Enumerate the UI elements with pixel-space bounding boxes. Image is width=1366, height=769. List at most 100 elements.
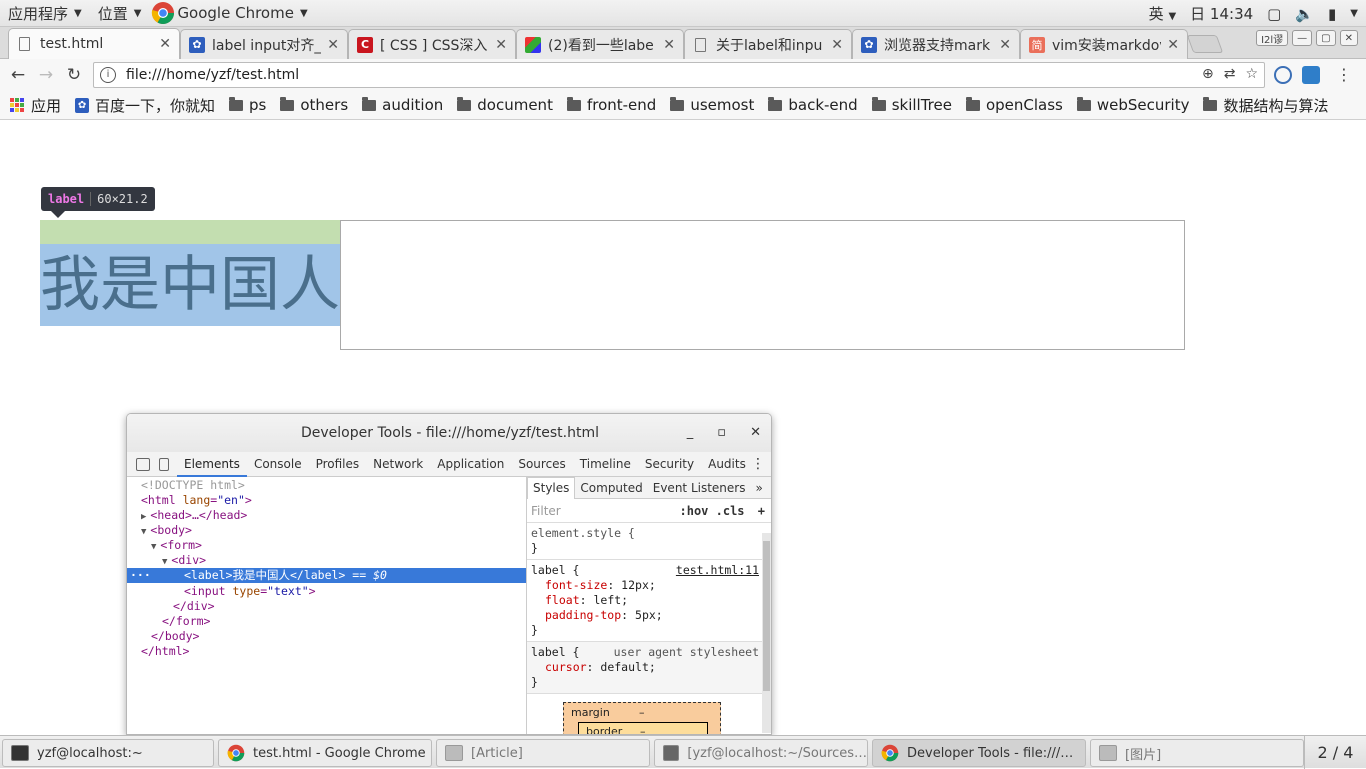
tab-label-article[interactable]: (2)看到一些labe ✕ xyxy=(516,29,684,59)
maximize-icon[interactable]: ▫ xyxy=(717,425,726,440)
task-terminal-sources[interactable]: [yzf@localhost:~/Sources… xyxy=(654,739,868,767)
hov-cls-toggle[interactable]: :hov .cls xyxy=(680,504,745,518)
tab-console[interactable]: Console xyxy=(247,452,309,477)
dom-node-body-close[interactable]: </body> xyxy=(151,629,199,644)
filter-controls[interactable]: :hov .cls + xyxy=(680,504,766,518)
bookmark-folder-ps[interactable]: ps xyxy=(229,96,266,114)
bookmark-folder-algorithms[interactable]: 数据结构与算法 xyxy=(1203,95,1329,116)
bookmark-baidu[interactable]: ✿ 百度一下，你就知 xyxy=(75,95,215,116)
input-method-indicator[interactable]: 英 ▼ xyxy=(1149,3,1177,24)
dom-node-label-selected[interactable]: ··· <label>我是中国人</label> == $0 xyxy=(127,568,526,583)
collapse-triangle-icon[interactable]: ▼ xyxy=(141,527,146,537)
subtab-computed[interactable]: Computed xyxy=(575,481,647,495)
rule-element-style[interactable]: element.style { } xyxy=(527,523,771,560)
tab-profiles[interactable]: Profiles xyxy=(309,452,367,477)
bookmark-folder-skilltree[interactable]: skillTree xyxy=(871,96,952,114)
extension-icon[interactable] xyxy=(1302,65,1320,84)
tab-test-html[interactable]: test.html ✕ xyxy=(8,28,180,59)
close-icon[interactable]: ✕ xyxy=(327,37,339,53)
dom-node-html-close[interactable]: </html> xyxy=(141,644,189,659)
new-tab-button[interactable] xyxy=(1186,35,1224,53)
ime-badge[interactable]: I2l谬 xyxy=(1256,30,1289,46)
dom-node-form-close[interactable]: </form> xyxy=(162,614,210,629)
bookmark-folder-usemost[interactable]: usemost xyxy=(670,96,754,114)
tab-markdown-support[interactable]: ✿ 浏览器支持mark ✕ xyxy=(852,29,1020,59)
chevron-right-icon[interactable]: » xyxy=(750,481,767,495)
filter-input[interactable]: Filter xyxy=(531,504,561,518)
bookmark-folder-websecurity[interactable]: webSecurity xyxy=(1076,96,1189,114)
address-bar[interactable]: i file:///home/yzf/test.html ⊕ ⇄ ☆ xyxy=(93,62,1265,88)
dom-node-doctype[interactable]: <!DOCTYPE html> xyxy=(141,478,245,493)
bookmark-folder-back-end[interactable]: back-end xyxy=(768,96,858,114)
active-app-menu[interactable]: Google Chrome ▼ xyxy=(149,0,315,27)
close-window-button[interactable]: ✕ xyxy=(1339,30,1358,46)
tab-security[interactable]: Security xyxy=(638,452,701,477)
close-icon[interactable]: ✕ xyxy=(999,37,1011,53)
css-property[interactable]: float: left; xyxy=(531,593,769,608)
volume-icon[interactable]: 🔈 xyxy=(1295,5,1314,23)
styles-scrollbar-thumb[interactable] xyxy=(763,541,770,691)
task-chrome[interactable]: test.html - Google Chrome xyxy=(218,739,432,767)
collapse-triangle-icon[interactable]: ▼ xyxy=(162,557,167,567)
info-icon[interactable]: i xyxy=(100,67,116,83)
rule-label-author[interactable]: label { test.html:11 font-size: 12px; fl… xyxy=(527,560,771,642)
subtab-event-listeners[interactable]: Event Listeners xyxy=(648,481,751,495)
bookmark-folder-others[interactable]: others xyxy=(280,96,348,114)
clock[interactable]: 日 14:34 xyxy=(1190,3,1253,24)
battery-icon[interactable]: ▮ xyxy=(1328,5,1336,23)
close-icon[interactable]: ✕ xyxy=(831,37,843,53)
bookmark-folder-audition[interactable]: audition xyxy=(362,96,443,114)
dom-node-body[interactable]: ▼ <body> xyxy=(141,523,192,538)
star-icon[interactable]: ☆ xyxy=(1245,66,1258,82)
menu-icon[interactable]: ⋮ xyxy=(1336,65,1352,84)
task-article[interactable]: [Article] xyxy=(436,739,650,767)
tab-timeline[interactable]: Timeline xyxy=(573,452,638,477)
back-icon[interactable]: ← xyxy=(4,65,32,85)
inspect-icon[interactable] xyxy=(136,457,150,471)
minimize-button[interactable]: — xyxy=(1292,30,1313,46)
dom-node-html[interactable]: <html lang="en"> xyxy=(141,493,252,508)
tab-audits[interactable]: Audits xyxy=(701,452,753,477)
add-rule-icon[interactable]: + xyxy=(758,504,765,518)
task-terminal[interactable]: yzf@localhost:~ xyxy=(2,739,214,767)
close-icon[interactable]: ✕ xyxy=(495,37,507,53)
chevron-down-icon[interactable]: ▼ xyxy=(1350,8,1358,19)
css-property[interactable]: font-size: 12px; xyxy=(531,578,769,593)
dom-node-input[interactable]: <input type="text"> xyxy=(184,584,316,599)
css-property[interactable]: padding-top: 5px; xyxy=(531,608,769,623)
bookmark-apps[interactable]: 应用 xyxy=(10,95,61,116)
close-icon[interactable]: ✕ xyxy=(750,425,761,440)
bookmark-folder-openclass[interactable]: openClass xyxy=(965,96,1063,114)
task-devtools[interactable]: Developer Tools - file:///… xyxy=(872,739,1086,767)
tab-label-input[interactable]: ✿ label input对齐_ ✕ xyxy=(180,29,348,59)
bookmark-folder-document[interactable]: document xyxy=(457,96,553,114)
dom-node-div[interactable]: ▼ <div> xyxy=(162,553,206,568)
dom-node-form[interactable]: ▼ <form> xyxy=(151,538,202,553)
ellipsis-icon[interactable]: ··· xyxy=(130,568,151,583)
expand-triangle-icon[interactable]: ▶ xyxy=(141,512,146,522)
task-image[interactable]: [图片] xyxy=(1090,739,1304,767)
collapse-triangle-icon[interactable]: ▼ xyxy=(151,542,156,552)
dom-node-head[interactable]: ▶ <head>…</head> xyxy=(141,508,247,523)
apps-menu[interactable]: 应用程序 ▼ xyxy=(0,0,90,27)
minimize-icon[interactable]: _ xyxy=(687,425,694,440)
reload-icon[interactable]: ↻ xyxy=(60,65,88,85)
bookmark-folder-front-end[interactable]: front-end xyxy=(566,96,656,114)
translate-icon[interactable]: ⇄ xyxy=(1224,66,1236,82)
places-menu[interactable]: 位置 ▼ xyxy=(90,0,150,27)
rule-source-link[interactable]: test.html:11 xyxy=(676,563,759,578)
devtools-titlebar[interactable]: Developer Tools - file:///home/yzf/test.… xyxy=(127,414,771,452)
tab-application[interactable]: Application xyxy=(430,452,511,477)
text-input[interactable] xyxy=(340,220,1185,350)
extension-icon[interactable] xyxy=(1274,65,1292,84)
close-icon[interactable]: ✕ xyxy=(1167,37,1179,53)
tab-network[interactable]: Network xyxy=(366,452,430,477)
maximize-button[interactable]: ▢ xyxy=(1316,30,1336,46)
tab-sources[interactable]: Sources xyxy=(511,452,572,477)
styles-filter[interactable]: Filter :hov .cls + xyxy=(527,499,771,523)
close-icon[interactable]: ✕ xyxy=(159,36,171,52)
tab-label-input-2[interactable]: 关于label和inpu ✕ xyxy=(684,29,852,59)
more-options-icon[interactable]: ⋮ xyxy=(751,452,765,477)
close-icon[interactable]: ✕ xyxy=(663,37,675,53)
box-margin-value[interactable]: – xyxy=(639,706,645,719)
